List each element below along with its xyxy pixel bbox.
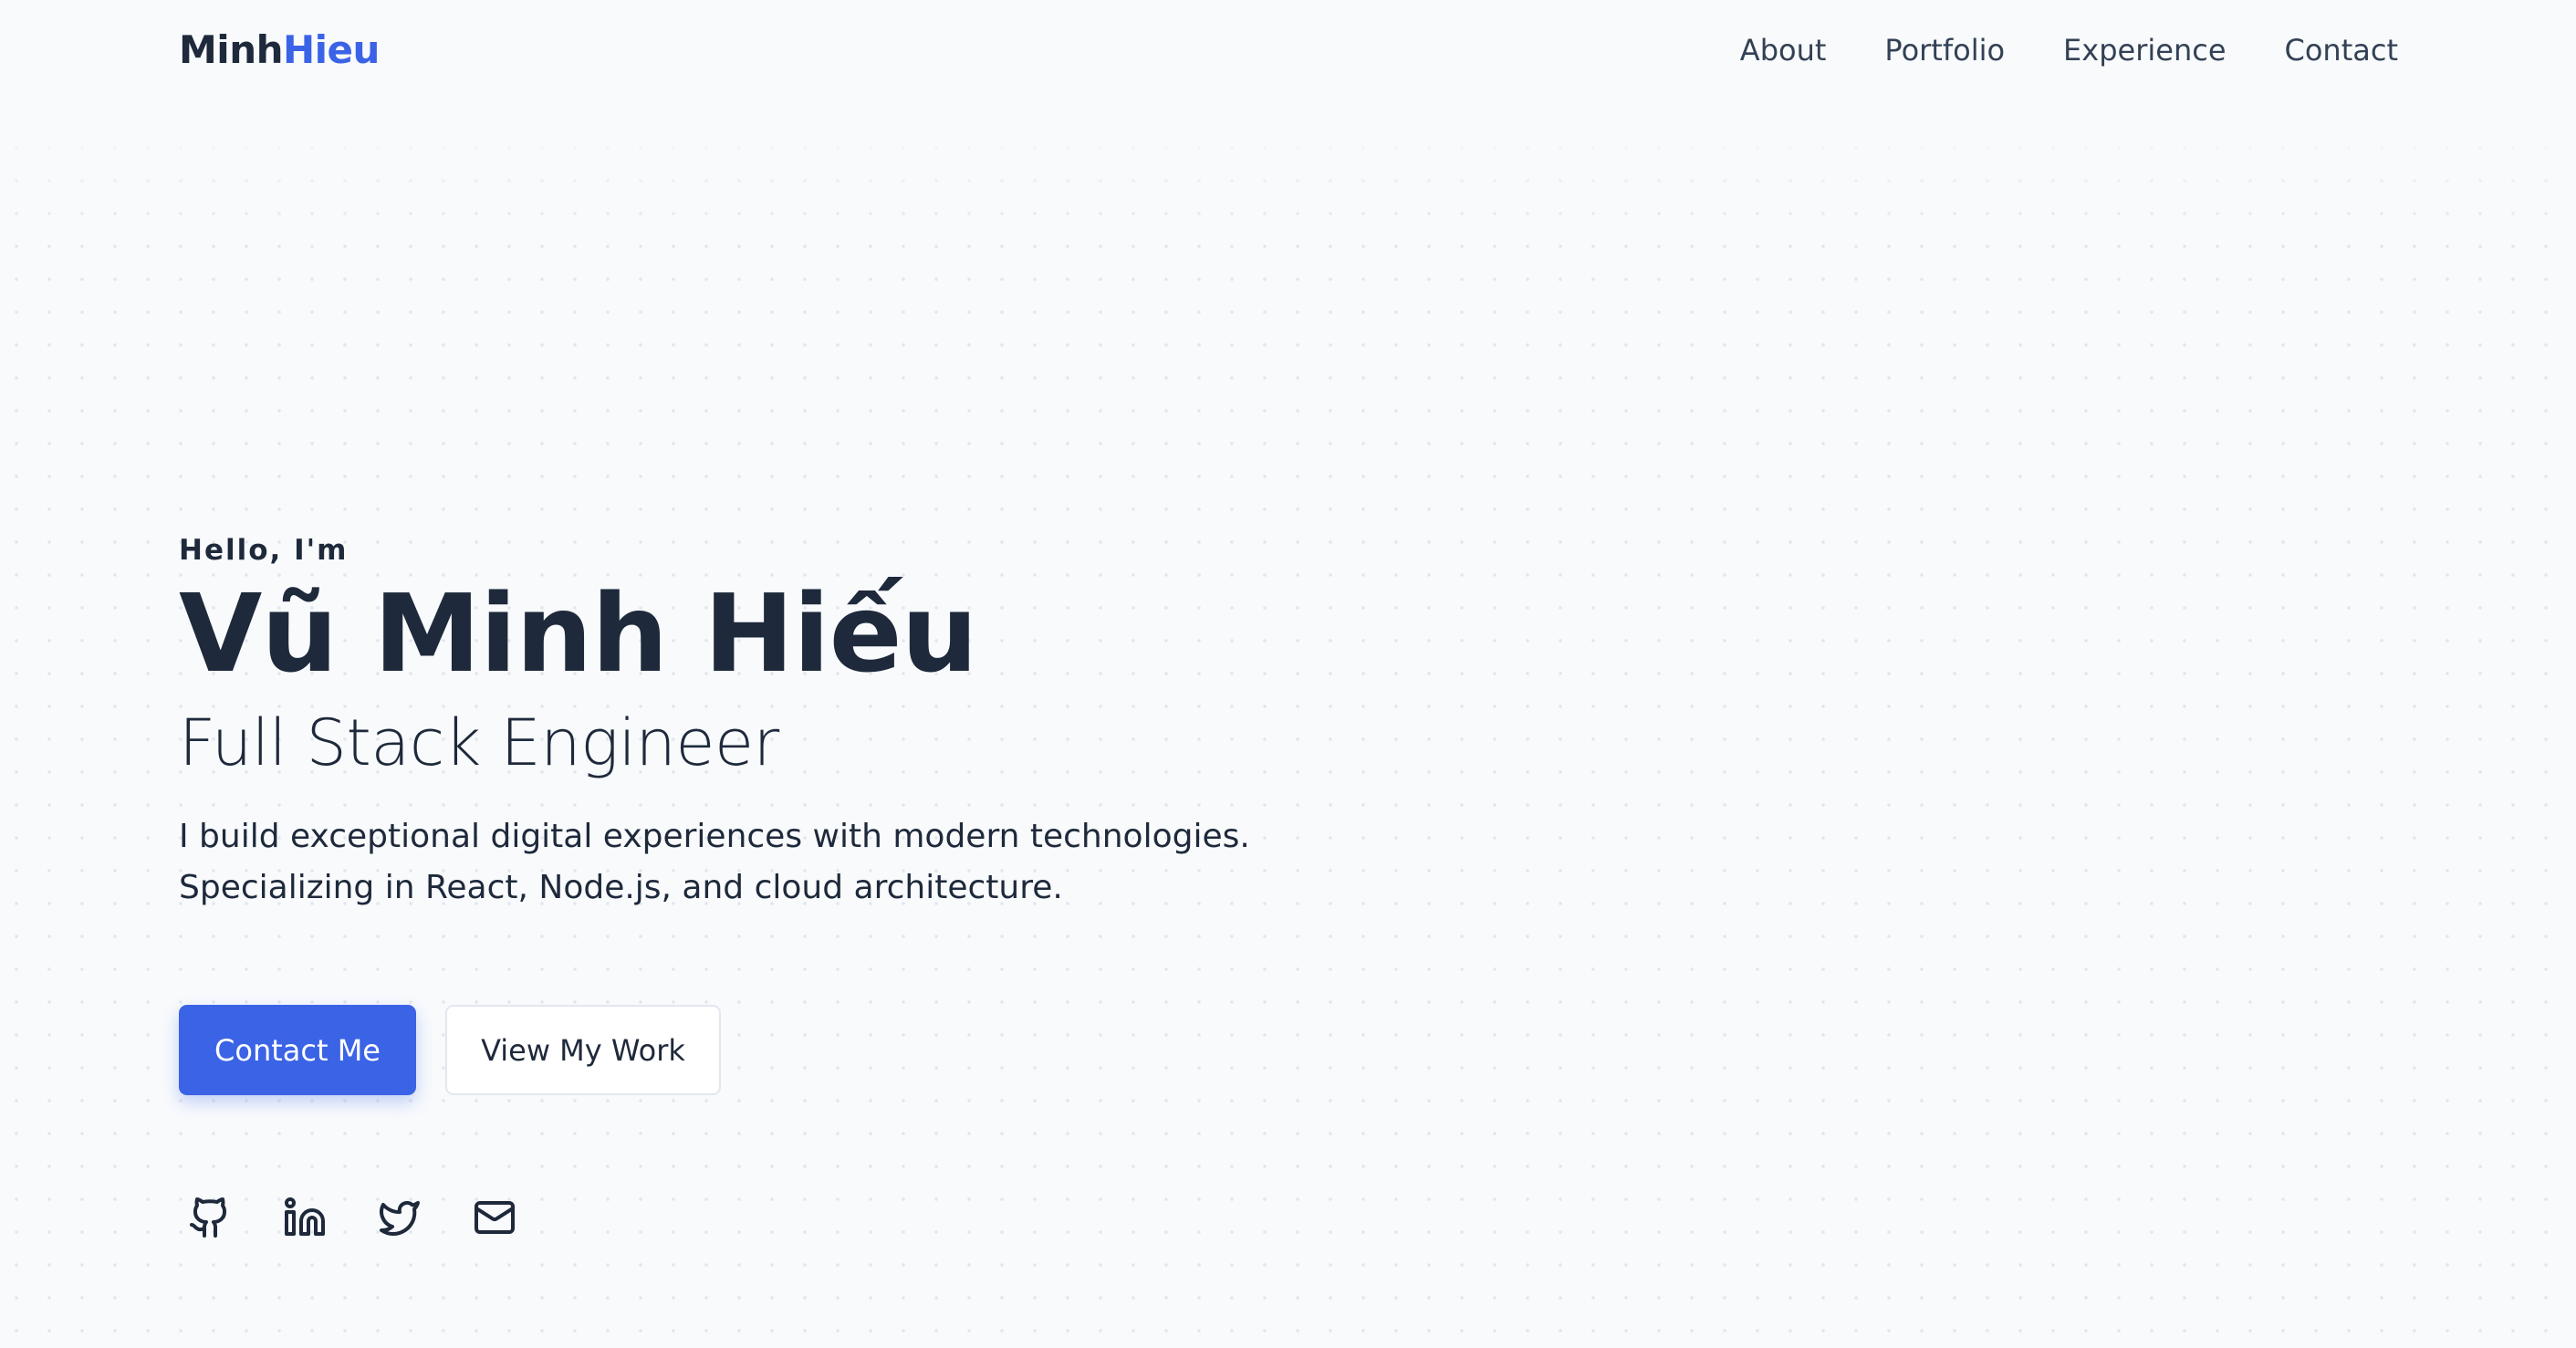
hero-role: Full Stack Engineer <box>179 705 779 780</box>
hero-section: Hello, I'm Vũ Minh Hiếu Full Stack Engin… <box>179 534 1250 914</box>
view-my-work-button[interactable]: View My Work <box>445 1005 721 1095</box>
mail-icon[interactable] <box>473 1196 516 1239</box>
contact-me-button[interactable]: Contact Me <box>179 1005 416 1095</box>
nav-experience[interactable]: Experience <box>2063 33 2226 68</box>
main-nav: About Portfolio Experience Contact <box>1740 33 2398 68</box>
hero-description-line-1: I build exceptional digital experiences … <box>179 817 1250 855</box>
nav-contact[interactable]: Contact <box>2285 33 2399 68</box>
nav-about[interactable]: About <box>1740 33 1827 68</box>
hero-description-line-2: Specializing in React, Node.js, and clou… <box>179 868 1063 906</box>
twitter-icon[interactable] <box>378 1196 422 1239</box>
logo-first-part: Minh <box>179 27 284 72</box>
hero-actions: Contact Me View My Work <box>179 1005 721 1095</box>
hero-description: I build exceptional digital experiences … <box>179 811 1250 914</box>
site-logo[interactable]: MinhHieu <box>179 27 380 72</box>
site-header: MinhHieu About Portfolio Experience Cont… <box>0 0 2576 106</box>
hero-greeting: Hello, I'm <box>179 534 349 567</box>
linkedin-icon[interactable] <box>283 1196 327 1239</box>
social-links <box>188 1196 516 1239</box>
hero-name: Vũ Minh Hiếu <box>179 570 978 696</box>
logo-second-part: Hieu <box>283 27 380 72</box>
nav-portfolio[interactable]: Portfolio <box>1884 33 2005 68</box>
github-icon[interactable] <box>188 1196 232 1239</box>
